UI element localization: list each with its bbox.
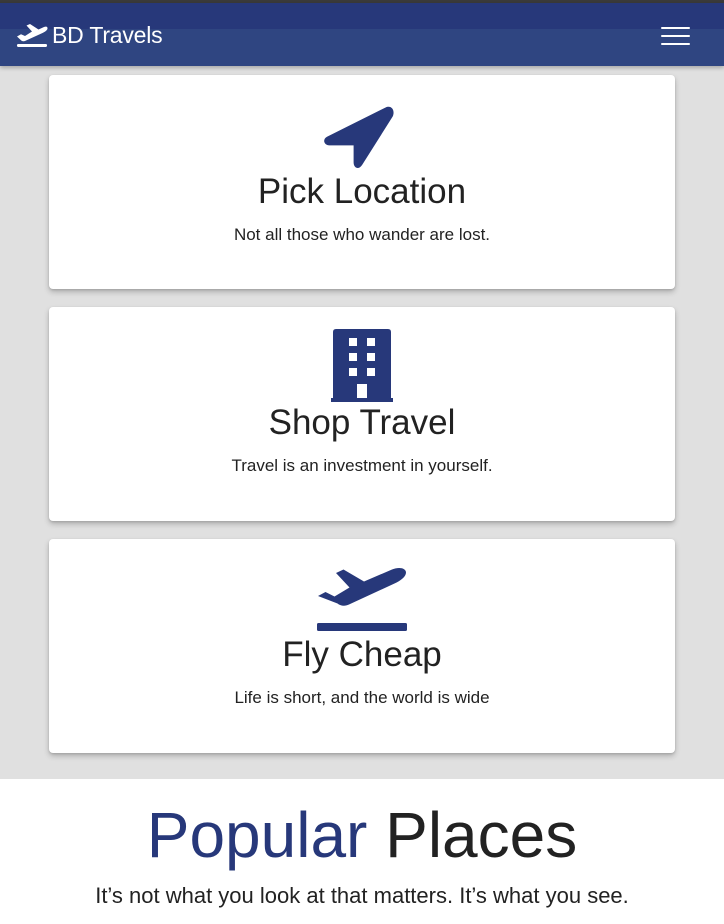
section-subtitle: It’s not what you look at that matters. … (95, 883, 629, 908)
navbar: BD Travels (0, 3, 724, 66)
menu-toggle-button[interactable] (661, 23, 691, 47)
card-text: Not all those who wander are lost. (233, 225, 491, 244)
hamburger-menu-icon-bar-top (661, 27, 690, 29)
card-text: Travel is an investment in yourself. (231, 456, 493, 475)
card-title: Fly Cheap (282, 635, 442, 674)
location-arrow-icon (324, 106, 394, 169)
feature-card-shop-travel: Shop Travel Travel is an investment in y… (49, 307, 675, 521)
plane-departure-icon (317, 567, 407, 631)
feature-card-fly-cheap: Fly Cheap Life is short, and the world i… (49, 539, 675, 753)
card-text: Life is short, and the world is wide (234, 688, 490, 707)
popular-places-section: Popular Places It’s not what you look at… (0, 779, 724, 924)
card-title: Pick Location (257, 172, 467, 211)
airplane-departure-icon (17, 24, 48, 47)
heading-rest-word: Places (385, 799, 578, 871)
brand-name: BD Travels (52, 21, 163, 48)
card-title: Shop Travel (268, 403, 456, 442)
brand-link[interactable]: BD Travels (16, 20, 163, 50)
heading-accent-word: Popular (146, 799, 368, 871)
section-heading: Popular Places (0, 799, 724, 871)
building-icon (331, 329, 393, 402)
hamburger-menu-icon-bar-middle (661, 35, 690, 37)
hamburger-menu-icon-bar-bottom (661, 43, 690, 45)
feature-card-pick-location: Pick Location Not all those who wander a… (49, 75, 675, 289)
